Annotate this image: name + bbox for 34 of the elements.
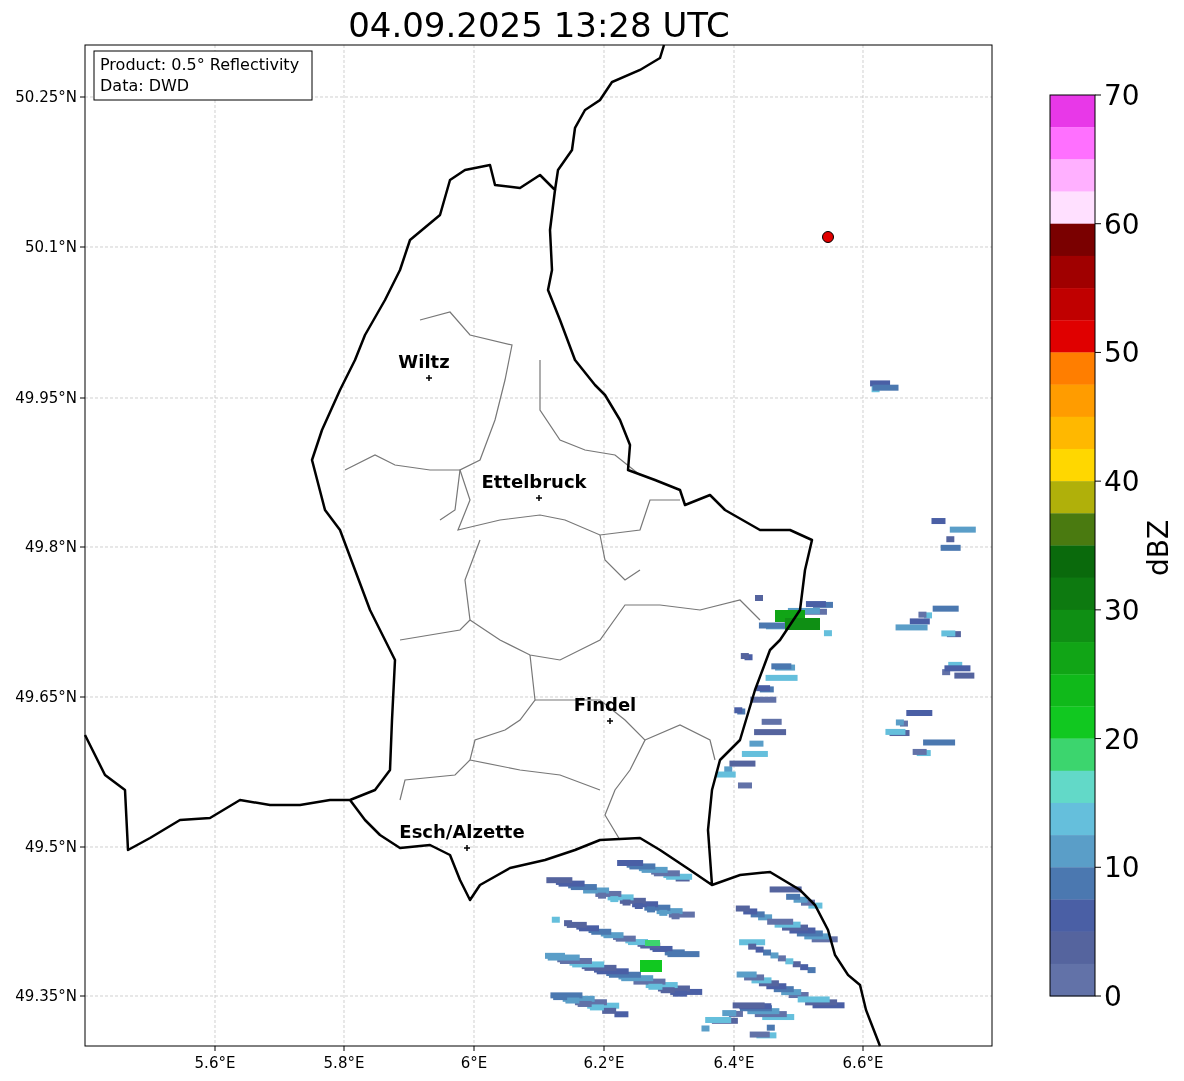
longitude-label: 6.4°E	[713, 1054, 755, 1072]
info-text: Product: 0.5° Reflectivity	[100, 55, 300, 74]
latitude-label: 50.25°N	[15, 88, 77, 106]
colorbar-tick-label: 20	[1104, 722, 1140, 756]
colorbar-tick-label: 40	[1104, 465, 1140, 499]
latitude-label: 49.95°N	[15, 389, 77, 407]
latitude-label: 49.65°N	[15, 688, 77, 706]
latitude-label: 50.1°N	[24, 238, 77, 256]
latitude-label: 49.5°N	[24, 838, 77, 856]
city-label: Ettelbruck	[481, 471, 587, 492]
city-label: Wiltz	[398, 351, 450, 372]
latitude-label: 49.8°N	[24, 538, 77, 556]
colorbar-tick-label: 70	[1104, 79, 1140, 112]
colorbar-tick-label: 0	[1104, 980, 1122, 1013]
colorbar-tick-label: 10	[1104, 851, 1140, 885]
colorbar-tick-label: 50	[1104, 336, 1140, 370]
city-marker-icon	[425, 374, 433, 382]
longitude-label: 6.2°E	[583, 1054, 625, 1072]
longitude-label: 5.8°E	[323, 1054, 365, 1072]
chart-title: 04.09.2025 13:28 UTC	[348, 5, 730, 45]
radar-site-marker	[822, 231, 834, 243]
city-label: Findel	[573, 694, 637, 715]
longitude-label: 5.6°E	[194, 1054, 236, 1072]
city-label: Esch/Alzette	[399, 821, 525, 842]
info-text: Data: DWD	[100, 76, 190, 95]
latitude-label: 49.35°N	[15, 987, 77, 1005]
colorbar-tick-label: 60	[1104, 207, 1140, 241]
city-marker-icon	[463, 844, 471, 852]
colorbar-tick-label: 30	[1104, 593, 1140, 627]
longitude-label: 6°E	[460, 1054, 488, 1072]
city-marker-icon	[606, 717, 614, 725]
colorbar-label: dBZ	[1142, 519, 1175, 577]
city-marker-icon	[535, 494, 543, 502]
longitude-label: 6.6°E	[842, 1054, 884, 1072]
